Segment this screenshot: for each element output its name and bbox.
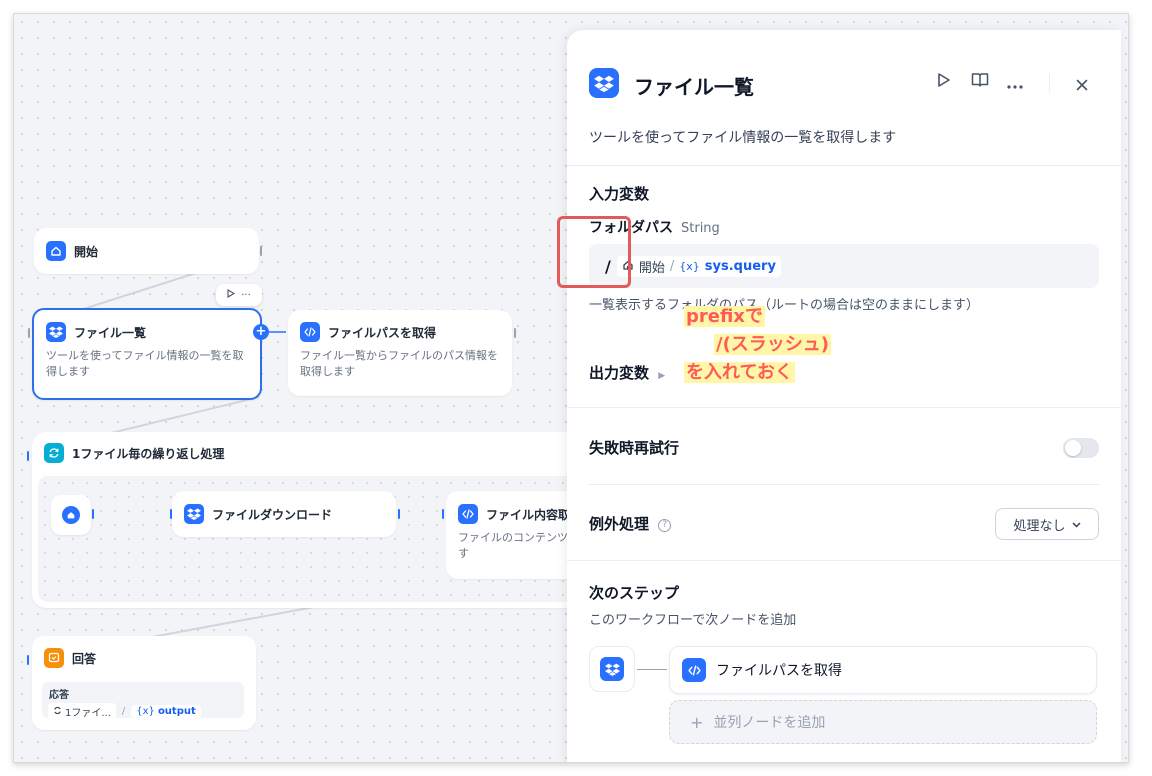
loop-start-out-handle[interactable] <box>92 509 94 519</box>
book-icon[interactable] <box>971 72 989 92</box>
answer-field: 応答 1ファイ... / {x} output <box>42 682 244 720</box>
message-icon <box>44 648 64 668</box>
close-icon[interactable] <box>1076 76 1088 95</box>
toolbar-divider <box>1049 74 1050 92</box>
next-step-title: 次のステップ <box>589 584 680 602</box>
node-settings-panel: ファイル一覧 ツールを使ってファイル情報の一覧を取得します 入力変数 フォルダパ… <box>567 30 1121 762</box>
answer-var-source-label: 1ファイ... <box>65 708 111 719</box>
annotation-line-1: prefixで <box>684 306 765 327</box>
retry-label: 失敗時再試行 <box>589 439 680 457</box>
answer-var-chip: {x} output <box>131 705 201 718</box>
file-list-node-desc: ツールを使ってファイル情報の一覧を取得します <box>46 349 244 378</box>
content-node-in-handle[interactable] <box>442 509 444 519</box>
file-path-node-out-handle[interactable] <box>514 328 516 338</box>
file-path-node[interactable]: ファイルパスを取得 ファイル一覧からファイルのパス情報を取得します <box>288 310 512 396</box>
download-node-title: ファイルダウンロード <box>212 507 333 522</box>
next-step-connector <box>637 669 667 670</box>
content-node[interactable]: ファイル内容取 ファイルのコンテンツ す <box>446 491 586 579</box>
folder-path-var-name: sys.query <box>704 259 776 274</box>
more-icon[interactable] <box>1007 74 1023 93</box>
loop-node-in-handle[interactable] <box>27 451 29 461</box>
variable-icon: {x} <box>136 706 155 717</box>
error-handling-label: 例外処理 ? <box>589 513 672 534</box>
next-step-node-card[interactable]: ファイルパスを取得 <box>669 646 1097 694</box>
next-step-subtitle: このワークフローで次ノードを追加 <box>589 613 797 628</box>
divider <box>567 560 1121 561</box>
loop-node-title: 1ファイル毎の繰り返し処理 <box>72 446 225 461</box>
answer-node-in-handle[interactable] <box>27 655 29 665</box>
add-parallel-node-label: 並列ノードを追加 <box>713 715 826 731</box>
home-icon <box>46 241 66 261</box>
file-path-node-title: ファイルパスを取得 <box>328 325 437 340</box>
answer-field-label: 応答 <box>49 690 69 701</box>
loop-icon <box>53 706 62 718</box>
chevron-down-icon <box>1071 517 1081 532</box>
divider <box>567 165 1121 166</box>
folder-path-input[interactable]: / 開始 / {x} sys.query <box>589 244 1099 288</box>
loop-icon <box>44 443 64 463</box>
run-node-icon[interactable] <box>227 289 236 301</box>
file-list-node[interactable]: ファイル一覧 ツールを使ってファイル情報の一覧を取得します <box>32 308 262 400</box>
answer-var-name: output <box>157 706 196 717</box>
content-node-desc: ファイルのコンテンツ す <box>458 531 568 560</box>
add-next-node-plus-icon[interactable]: + <box>253 324 269 340</box>
dropbox-icon <box>589 68 619 98</box>
workflow-canvas[interactable]: 開始 ··· ファイル一覧 ツールを使ってファイル情報の一覧を取得します + フ… <box>14 14 1128 762</box>
download-node-out-handle[interactable] <box>398 509 400 519</box>
annotation-line-2: /(スラッシュ) <box>714 334 832 355</box>
error-handling-select-value: 処理なし <box>1013 518 1066 534</box>
answer-node-title: 回答 <box>72 651 97 666</box>
error-handling-label-text: 例外処理 <box>589 515 650 533</box>
node-mini-toolbar: ··· <box>216 284 262 306</box>
file-list-node-in-handle[interactable] <box>28 328 30 338</box>
input-section-title: 入力変数 <box>589 185 650 203</box>
run-icon[interactable] <box>937 72 951 92</box>
variable-icon: {x} <box>679 260 700 273</box>
workflow-window: 開始 ··· ファイル一覧 ツールを使ってファイル情報の一覧を取得します + フ… <box>13 13 1129 763</box>
folder-path-var-separator: / <box>669 259 675 274</box>
content-node-title: ファイル内容取 <box>486 507 571 522</box>
panel-description[interactable]: ツールを使ってファイル情報の一覧を取得します <box>589 127 896 147</box>
divider <box>589 484 1099 485</box>
loop-start-node[interactable] <box>51 495 91 535</box>
caret-right-icon: ▶ <box>658 371 666 381</box>
highlight-box <box>557 216 631 288</box>
home-icon <box>62 506 80 524</box>
code-icon <box>458 504 478 524</box>
divider <box>567 407 1121 408</box>
more-icon[interactable]: ··· <box>241 290 251 301</box>
start-node[interactable]: 開始 <box>34 228 259 274</box>
add-parallel-node-button[interactable]: + 並列ノードを追加 <box>669 700 1097 744</box>
output-section-title: 出力変数 <box>589 364 650 382</box>
answer-var-separator: / <box>121 706 126 717</box>
panel-title[interactable]: ファイル一覧 <box>634 71 754 100</box>
dropbox-icon <box>600 657 624 681</box>
folder-path-var-chip[interactable]: 開始 / {x} sys.query <box>616 256 781 277</box>
error-handling-select[interactable]: 処理なし <box>995 508 1099 540</box>
dropbox-icon <box>46 322 66 342</box>
annotation-line-3: を入れておく <box>684 362 795 383</box>
start-node-out-handle[interactable] <box>260 246 262 256</box>
code-icon <box>300 322 320 342</box>
annotation-callout: prefixで /(スラッシュ) を入れておく <box>684 303 832 387</box>
file-path-node-desc: ファイル一覧からファイルのパス情報を取得します <box>300 349 498 378</box>
next-step-node-label: ファイルパスを取得 <box>716 663 842 679</box>
start-node-title: 開始 <box>74 244 99 259</box>
folder-path-value: / 開始 / {x} sys.query <box>605 256 781 277</box>
folder-path-var-source: 開始 <box>638 261 665 276</box>
dropbox-icon <box>184 504 204 524</box>
answer-var-ref: 1ファイ... / {x} output <box>42 701 244 720</box>
code-icon <box>682 658 706 682</box>
folder-path-type: String <box>681 221 720 236</box>
download-node[interactable]: ファイルダウンロード <box>172 491 396 537</box>
file-list-node-title: ファイル一覧 <box>74 325 147 340</box>
help-icon[interactable]: ? <box>658 519 672 532</box>
next-step-source-node <box>589 646 635 692</box>
output-section-toggle[interactable]: 出力変数 ▶ <box>589 362 665 383</box>
retry-toggle[interactable] <box>1063 438 1099 458</box>
answer-var-source: 1ファイ... <box>48 703 116 720</box>
plus-icon: + <box>690 712 704 732</box>
